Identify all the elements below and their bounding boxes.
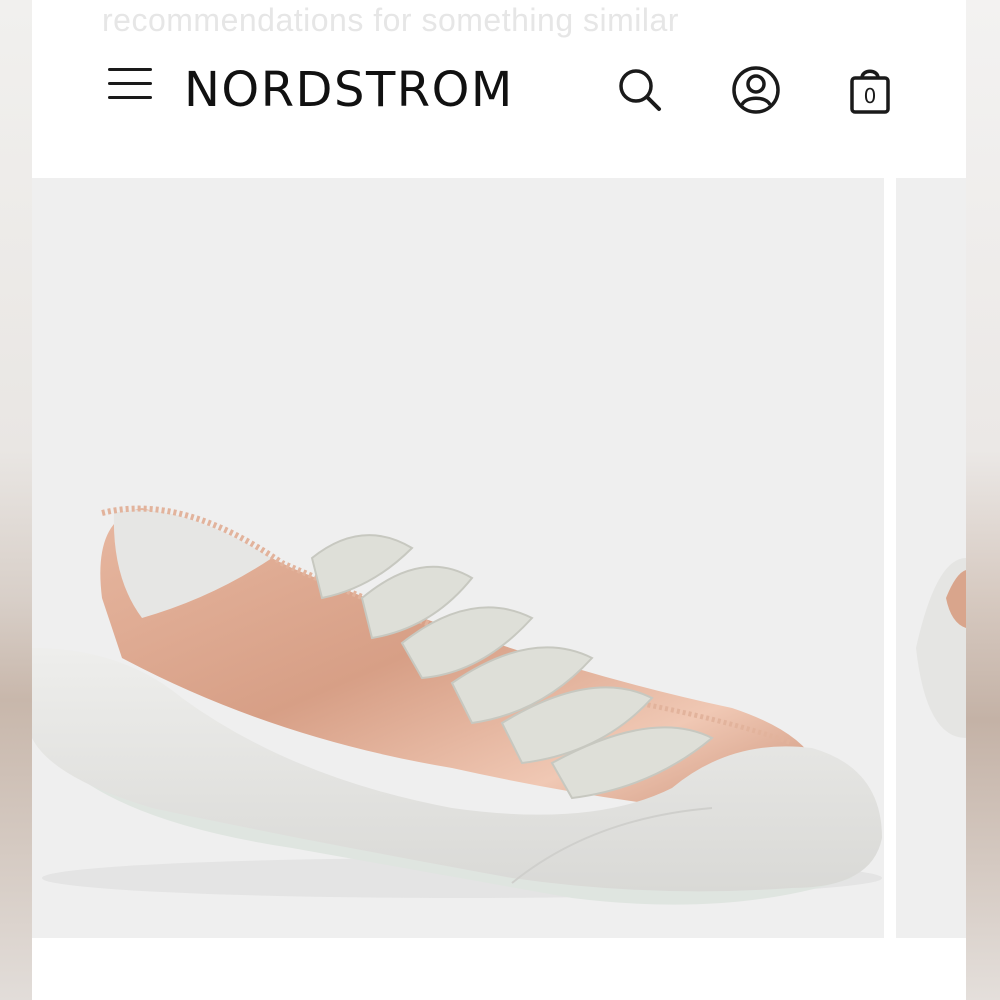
site-header: NORDSTROM 0 bbox=[32, 40, 966, 136]
screenshot-frame: recommendations for something similar NO… bbox=[32, 0, 966, 1000]
account-icon[interactable] bbox=[728, 62, 784, 118]
next-sneaker-illustration bbox=[916, 558, 966, 738]
blurred-background-left bbox=[0, 0, 32, 1000]
product-image[interactable] bbox=[32, 178, 884, 938]
sneaker-illustration bbox=[32, 505, 882, 905]
hamburger-menu-icon[interactable] bbox=[108, 68, 152, 108]
product-image-gallery[interactable] bbox=[32, 178, 966, 1000]
search-icon[interactable] bbox=[612, 62, 668, 118]
bag-item-count: 0 bbox=[863, 84, 877, 108]
shopping-bag-icon[interactable]: 0 bbox=[842, 62, 898, 118]
site-logo[interactable]: NORDSTROM bbox=[184, 62, 514, 118]
blurred-background-right bbox=[966, 0, 1000, 1000]
background-caption: recommendations for something similar bbox=[102, 2, 679, 38]
next-product-image-preview[interactable] bbox=[896, 178, 966, 938]
